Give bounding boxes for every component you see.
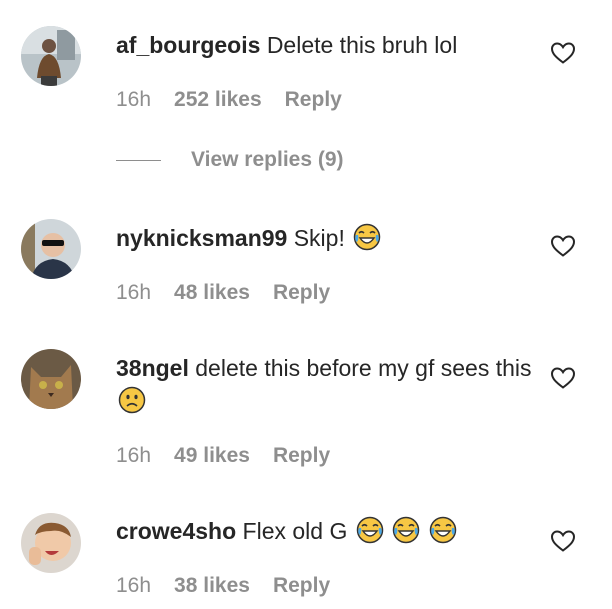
comment-text: nyknicksman99 Skip! [116, 222, 536, 255]
comment-likes[interactable]: 49 likes [174, 444, 250, 468]
face-with-tears-of-joy-icon [356, 516, 384, 544]
heart-icon[interactable] [550, 41, 576, 65]
comment-text: 38ngel delete this before my gf sees thi… [116, 352, 536, 418]
comment-username[interactable]: 38ngel [116, 355, 189, 381]
reply-button[interactable]: Reply [273, 281, 330, 305]
comment-username[interactable]: nyknicksman99 [116, 225, 287, 251]
view-replies-label: View replies (9) [191, 148, 344, 171]
reply-button[interactable]: Reply [273, 444, 330, 468]
divider [116, 159, 161, 161]
avatar[interactable] [21, 349, 81, 409]
face-with-tears-of-joy-icon [353, 223, 381, 251]
comment-time: 16h [116, 574, 152, 597]
avatar[interactable] [21, 513, 81, 573]
comment-body: Delete this bruh lol [266, 32, 458, 58]
face-with-tears-of-joy-icon [429, 516, 457, 544]
comment-time: 16h [116, 444, 152, 467]
comment-body: delete this before my gf sees this [195, 355, 532, 381]
heart-icon[interactable] [550, 366, 576, 390]
comment-time: 16h [116, 281, 152, 304]
comment-username[interactable]: af_bourgeois [116, 32, 260, 58]
comment-time: 16h [116, 88, 152, 111]
heart-icon[interactable] [550, 529, 576, 553]
comment-username[interactable]: crowe4sho [116, 518, 236, 544]
comment-meta: 16h 38 likes Reply [116, 574, 330, 598]
view-replies-button[interactable]: View replies (9) [116, 148, 344, 172]
comment-meta: 16h 48 likes Reply [116, 281, 330, 305]
avatar[interactable] [21, 26, 81, 86]
reply-button[interactable]: Reply [273, 574, 330, 598]
comment-body: Skip! [293, 225, 345, 251]
comment-meta: 16h 252 likes Reply [116, 88, 342, 112]
slightly-frowning-face-icon [118, 386, 146, 414]
comment-text: crowe4sho Flex old G [116, 515, 536, 548]
comment-body: Flex old G [242, 518, 348, 544]
reply-button[interactable]: Reply [285, 88, 342, 112]
face-with-tears-of-joy-icon [392, 516, 420, 544]
heart-icon[interactable] [550, 234, 576, 258]
comment-text: af_bourgeois Delete this bruh lol [116, 29, 536, 62]
comment-likes[interactable]: 252 likes [174, 88, 262, 112]
comment-meta: 16h 49 likes Reply [116, 444, 330, 468]
avatar[interactable] [21, 219, 81, 279]
comment-likes[interactable]: 38 likes [174, 574, 250, 598]
comment-likes[interactable]: 48 likes [174, 281, 250, 305]
